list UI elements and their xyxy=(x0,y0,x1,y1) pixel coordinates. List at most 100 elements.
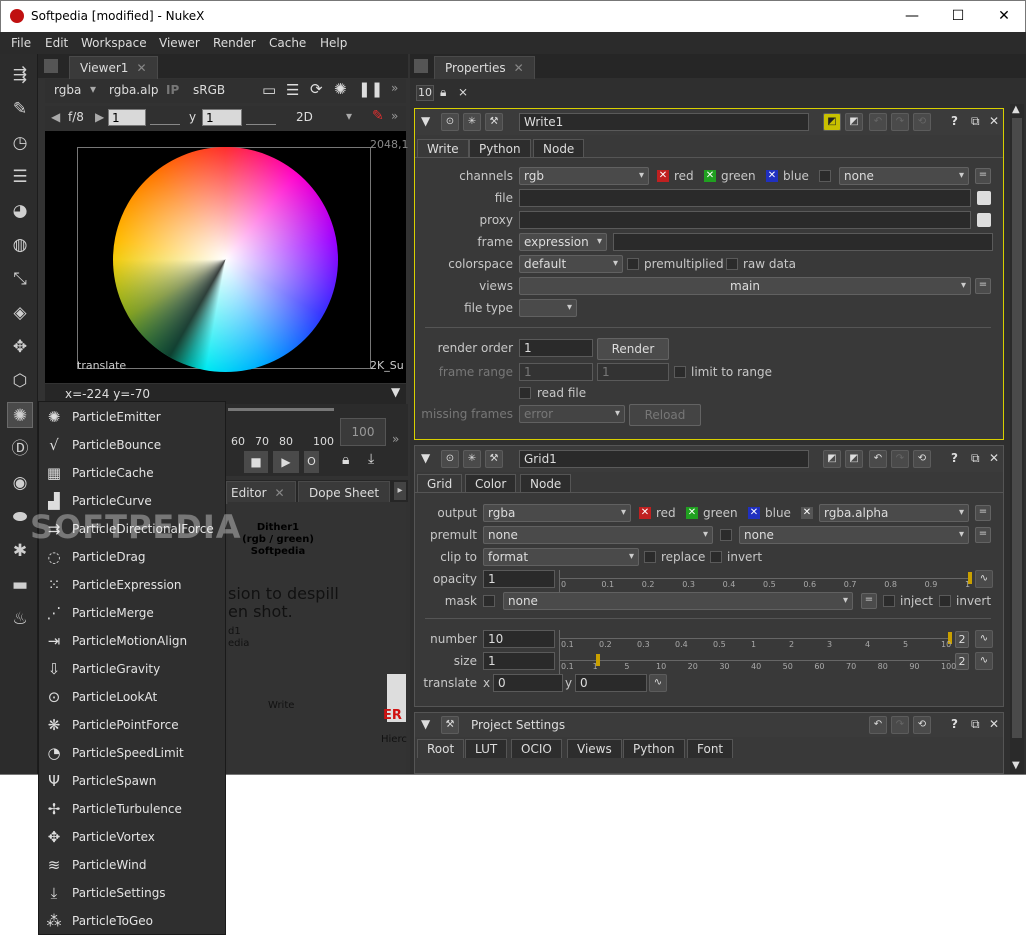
output-dropdown[interactable]: rgba xyxy=(483,504,631,522)
next-arrow-icon[interactable]: ▶ xyxy=(95,110,104,124)
viewer-pane-menu[interactable] xyxy=(44,59,58,73)
gamma-slider[interactable] xyxy=(246,111,276,125)
grid-visibility-icon[interactable]: ⊙ xyxy=(441,450,459,468)
tab-root[interactable]: Root xyxy=(417,739,465,758)
reload-button[interactable]: Reload xyxy=(629,404,701,426)
project-collapse-icon[interactable]: ▼ xyxy=(421,717,430,731)
grid-blue-check[interactable]: ✕ xyxy=(748,507,760,519)
menu-workspace[interactable]: Workspace xyxy=(81,36,147,50)
gamma-field[interactable]: 1 xyxy=(202,109,242,126)
grid-settings-icon[interactable]: ⚒ xyxy=(485,450,503,468)
deep-icon[interactable]: Ⓓ xyxy=(7,436,33,462)
premult-link-button[interactable]: = xyxy=(975,527,991,543)
menu-item-particle-cache[interactable]: ▦ ParticleCache xyxy=(39,459,225,487)
float-panel-icon[interactable]: ⧉ xyxy=(971,114,980,129)
grid-node-name[interactable]: Grid1 xyxy=(519,450,809,468)
menu-item-particle-drag[interactable]: ◌ ParticleDrag xyxy=(39,543,225,571)
channel-icon[interactable]: ☰ xyxy=(7,164,33,190)
translate-curve-icon[interactable]: ∿ xyxy=(649,674,667,692)
refresh-icon[interactable]: ⟳ xyxy=(310,80,323,98)
viewer-more-icon[interactable]: » xyxy=(391,81,398,95)
minimize-button[interactable]: — xyxy=(889,5,935,29)
project-undo-icon[interactable]: ↶ xyxy=(869,716,887,734)
render-button[interactable]: Render xyxy=(597,338,669,360)
3d-icon[interactable]: ⬡ xyxy=(7,368,33,394)
grid-redo-icon[interactable]: ↷ xyxy=(891,450,909,468)
project-close-icon[interactable]: ✕ xyxy=(989,717,999,731)
grid-float-icon[interactable]: ⧉ xyxy=(971,451,980,466)
inject-checkbox[interactable] xyxy=(883,595,895,607)
menu-edit[interactable]: Edit xyxy=(45,36,68,50)
premult-alpha-check[interactable] xyxy=(720,529,732,541)
menu-item-particle-speed-limit[interactable]: ◔ ParticleSpeedLimit xyxy=(39,739,225,767)
render-order-field[interactable]: 1 xyxy=(519,339,593,357)
proxy-browse-icon[interactable] xyxy=(977,213,991,227)
filter-icon[interactable]: ◍ xyxy=(7,232,33,258)
tab-ocio[interactable]: OCIO xyxy=(511,739,562,758)
grid-alpha-check[interactable]: ✕ xyxy=(801,507,813,519)
grid-color2-icon[interactable]: ◩ xyxy=(845,450,863,468)
tab-lut[interactable]: LUT xyxy=(465,739,508,758)
particles-icon[interactable]: ✺ xyxy=(7,402,33,428)
menu-item-particle-bounce[interactable]: √ ParticleBounce xyxy=(39,431,225,459)
tab-dope-sheet[interactable]: Dope Sheet xyxy=(298,481,391,504)
clip-warning-icon[interactable]: ☰ xyxy=(286,81,299,99)
furnace-icon[interactable]: ▬ xyxy=(7,572,33,598)
size-split-button[interactable]: 2 xyxy=(955,653,969,670)
info-dropdown-icon[interactable]: ▼ xyxy=(391,385,400,399)
colorspace-dropdown[interactable]: default xyxy=(519,255,623,273)
grid-color-icon[interactable]: ◩ xyxy=(823,450,841,468)
menu-item-particle-vortex[interactable]: ✥ ParticleVortex xyxy=(39,823,225,851)
opacity-curve-icon[interactable]: ∿ xyxy=(975,570,993,588)
menu-item-particle-turbulence[interactable]: ✢ ParticleTurbulence xyxy=(39,795,225,823)
help-button[interactable]: ? xyxy=(951,114,958,128)
number-curve-icon[interactable]: ∿ xyxy=(975,630,993,648)
mask-dropdown[interactable]: none xyxy=(503,592,853,610)
channels-dropdown[interactable]: rgb xyxy=(519,167,649,185)
menu-cache[interactable]: Cache xyxy=(269,36,306,50)
views-link-button[interactable]: = xyxy=(975,278,991,294)
frame-range-end[interactable]: 1 xyxy=(597,363,669,381)
tab-write[interactable]: Write xyxy=(417,139,469,158)
input-process-toggle[interactable]: IP xyxy=(166,83,179,97)
tab-viewer1[interactable]: Viewer1 ✕ xyxy=(69,56,158,79)
menu-file[interactable]: File xyxy=(11,36,31,50)
replace-checkbox[interactable] xyxy=(644,551,656,563)
tab-project-python[interactable]: Python xyxy=(623,739,685,758)
node-color2-icon[interactable]: ◩ xyxy=(845,113,863,131)
revert-icon[interactable]: ⟲ xyxy=(913,113,931,131)
scroll-thumb[interactable] xyxy=(1012,118,1022,738)
close-panel-icon[interactable]: ✕ xyxy=(989,114,999,128)
tab-grid-node[interactable]: Node xyxy=(520,474,572,493)
tab-color[interactable]: Color xyxy=(465,474,517,493)
frame-range-start[interactable]: 1 xyxy=(519,363,593,381)
loop-mode-button[interactable]: O xyxy=(304,451,319,473)
menu-help[interactable]: Help xyxy=(320,36,347,50)
grid-close-icon[interactable]: ✕ xyxy=(989,451,999,465)
grid-tools-icon[interactable]: ✳ xyxy=(463,450,481,468)
grid-red-check[interactable]: ✕ xyxy=(639,507,651,519)
time-icon[interactable]: ◷ xyxy=(7,130,33,156)
tab-python[interactable]: Python xyxy=(469,139,531,158)
tab-editor-close-icon[interactable]: ✕ xyxy=(275,486,285,500)
stop-button[interactable]: ■ xyxy=(244,451,268,473)
mask-checkbox[interactable] xyxy=(483,595,495,607)
keyer-icon[interactable]: ⤡ xyxy=(7,266,33,292)
opacity-field[interactable]: 1 xyxy=(483,570,555,588)
project-float-icon[interactable]: ⧉ xyxy=(971,717,980,732)
menu-item-particle-point-force[interactable]: ❋ ParticlePointForce xyxy=(39,711,225,739)
limit-to-range-checkbox[interactable] xyxy=(674,366,686,378)
menu-item-particle-gravity[interactable]: ⇩ ParticleGravity xyxy=(39,655,225,683)
gain-icon[interactable]: ✺ xyxy=(334,80,347,98)
gain-slider[interactable] xyxy=(150,111,180,125)
node-tools-icon[interactable]: ✳ xyxy=(463,113,481,131)
green-channel-check[interactable]: ✕ xyxy=(704,170,716,182)
number-split-button[interactable]: 2 xyxy=(955,631,969,648)
lock-icon[interactable]: 🔒︎ xyxy=(342,452,349,468)
read-file-checkbox[interactable] xyxy=(519,387,531,399)
channels-select[interactable]: rgba xyxy=(54,83,81,97)
color-pick-icon[interactable]: ✎ xyxy=(372,108,384,124)
premult-dropdown[interactable]: none xyxy=(483,526,713,544)
frame-mode-dropdown[interactable]: expression xyxy=(519,233,607,251)
proxy-field[interactable] xyxy=(519,211,971,229)
